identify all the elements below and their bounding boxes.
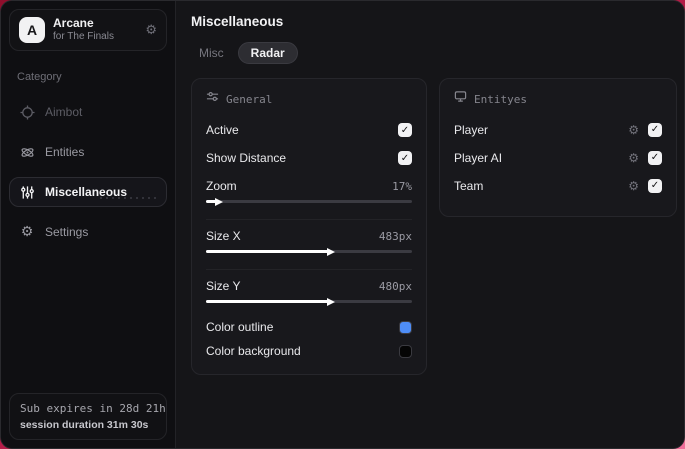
atom-icon <box>19 144 35 160</box>
tab-bar: Misc Radar <box>191 42 677 64</box>
toggle-row-active: Active ✓ <box>206 119 412 141</box>
app-name: Arcane <box>53 16 94 31</box>
player-gear-icon[interactable]: ⚙ <box>628 123 639 137</box>
zoom-slider-group: Zoom 17% <box>206 175 412 213</box>
entity-row-player: Player ⚙ ✓ <box>454 119 662 140</box>
sliders-icon <box>19 184 35 200</box>
show-distance-checkbox[interactable]: ✓ <box>398 151 412 165</box>
sidebar-item-label: Settings <box>45 225 89 239</box>
color-background-row: Color background <box>206 341 412 361</box>
tab-radar[interactable]: Radar <box>237 42 298 64</box>
active-checkbox[interactable]: ✓ <box>398 123 412 137</box>
sidebar-nav: Aimbot Entities Miscellaneous ⚙ Settings <box>1 97 175 257</box>
sub-expires-text: Sub expires in 28d 21h <box>20 402 166 415</box>
crosshair-icon <box>19 104 35 120</box>
main-content: Miscellaneous Misc Radar General Active … <box>176 1 684 448</box>
zoom-value: 17% <box>392 179 412 193</box>
size-x-slider[interactable] <box>206 247 412 256</box>
app-header-card: A Arcane for The Finals ⚙ <box>9 9 167 51</box>
app-window: A Arcane for The Finals ⚙ Category Aimbo… <box>0 0 685 449</box>
entity-row-team: Team ⚙ ✓ <box>454 175 662 196</box>
app-logo: A <box>19 17 45 43</box>
dots-decoration <box>98 195 156 202</box>
sidebar-item-miscellaneous[interactable]: Miscellaneous <box>9 177 167 207</box>
size-y-slider-group: Size Y 480px <box>206 269 412 313</box>
color-background-swatch[interactable] <box>399 344 412 358</box>
team-gear-icon[interactable]: ⚙ <box>628 179 639 193</box>
entity-row-player-ai: Player AI ⚙ ✓ <box>454 147 662 168</box>
player-ai-checkbox[interactable]: ✓ <box>648 150 662 165</box>
size-y-value: 480px <box>378 279 412 293</box>
sidebar-item-label: Entities <box>45 145 85 159</box>
panel-title: General <box>226 92 273 106</box>
toggle-row-show-distance: Show Distance ✓ <box>206 147 412 169</box>
player-checkbox[interactable]: ✓ <box>648 122 662 137</box>
zoom-slider[interactable] <box>206 197 412 206</box>
category-label: Category <box>17 71 62 83</box>
slider-thumb[interactable] <box>326 297 335 306</box>
subscription-status-card: Sub expires in 28d 21h session duration … <box>9 393 167 440</box>
size-x-value: 483px <box>378 229 412 243</box>
session-duration-text: session duration 31m 30s <box>20 419 149 431</box>
sidebar-item-aimbot[interactable]: Aimbot <box>9 97 167 127</box>
sidebar-item-label: Aimbot <box>45 105 83 119</box>
size-x-slider-group: Size X 483px <box>206 219 412 263</box>
entities-panel: Entityes Player ⚙ ✓ Player AI ⚙ ✓ Team ⚙… <box>439 78 677 217</box>
page-title: Miscellaneous <box>191 14 284 29</box>
app-subtitle: for The Finals <box>53 31 114 43</box>
sidebar-item-entities[interactable]: Entities <box>9 137 167 167</box>
panel-title: Entityes <box>474 92 527 106</box>
equalizer-icon <box>206 90 219 108</box>
tab-misc[interactable]: Misc <box>191 42 232 64</box>
monitor-icon <box>454 90 467 108</box>
sidebar: A Arcane for The Finals ⚙ Category Aimbo… <box>1 1 176 448</box>
color-outline-swatch[interactable] <box>399 320 412 334</box>
settings-gear-icon[interactable]: ⚙ <box>145 23 157 38</box>
color-outline-row: Color outline <box>206 317 412 337</box>
slider-thumb[interactable] <box>215 197 224 206</box>
team-checkbox[interactable]: ✓ <box>648 178 662 193</box>
general-panel: General Active ✓ Show Distance ✓ Zoom 17… <box>191 78 427 375</box>
sidebar-item-settings[interactable]: ⚙ Settings <box>9 217 167 247</box>
slider-thumb[interactable] <box>326 247 335 256</box>
player-ai-gear-icon[interactable]: ⚙ <box>628 151 639 165</box>
gear-icon: ⚙ <box>20 224 34 240</box>
size-y-slider[interactable] <box>206 297 412 306</box>
